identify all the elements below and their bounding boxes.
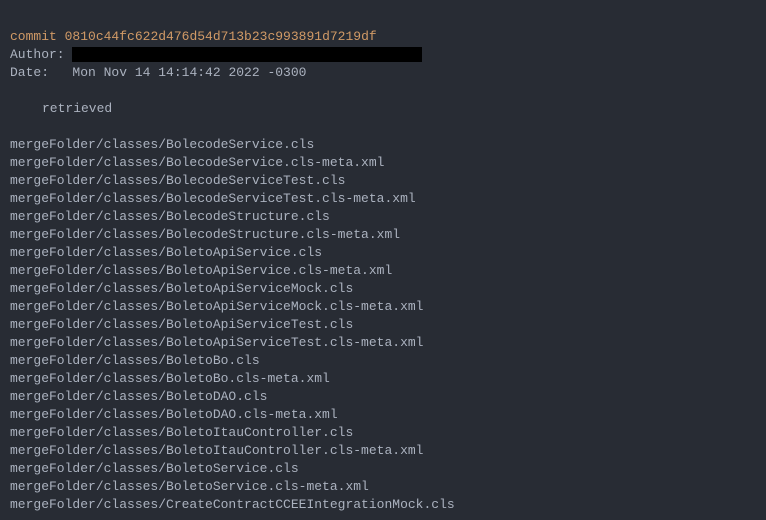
commit-line: commit 0810c44fc622d476d54d713b23c993891… — [10, 29, 377, 44]
git-log-output: commit 0810c44fc622d476d54d713b23c993891… — [10, 28, 756, 514]
date-label: Date: — [10, 65, 49, 80]
file-path: mergeFolder/classes/BoletoItauController… — [10, 425, 353, 440]
commit-message: retrieved — [10, 101, 112, 116]
commit-label: commit — [10, 29, 57, 44]
author-line: Author: — [10, 47, 422, 62]
file-path: mergeFolder/classes/BolecodeServiceTest.… — [10, 191, 416, 206]
file-path: mergeFolder/classes/BoletoDAO.cls — [10, 389, 267, 404]
author-redacted — [72, 47, 422, 62]
file-path: mergeFolder/classes/BoletoBo.cls-meta.xm… — [10, 371, 330, 386]
file-path: mergeFolder/classes/BolecodeStructure.cl… — [10, 227, 400, 242]
date-value: Mon Nov 14 14:14:42 2022 -0300 — [72, 65, 306, 80]
file-path: mergeFolder/classes/BoletoApiService.cls… — [10, 263, 392, 278]
file-path: mergeFolder/classes/BolecodeService.cls-… — [10, 155, 384, 170]
commit-hash: 0810c44fc622d476d54d713b23c993891d7219df — [65, 29, 377, 44]
file-path: mergeFolder/classes/BoletoApiServiceMock… — [10, 299, 423, 314]
file-path: mergeFolder/classes/BoletoApiServiceTest… — [10, 335, 423, 350]
file-path: mergeFolder/classes/BolecodeService.cls — [10, 137, 314, 152]
file-path: mergeFolder/classes/BoletoApiServiceTest… — [10, 317, 353, 332]
file-path: mergeFolder/classes/BolecodeServiceTest.… — [10, 173, 345, 188]
file-path: mergeFolder/classes/BoletoBo.cls — [10, 353, 260, 368]
file-path: mergeFolder/classes/BoletoService.cls — [10, 461, 299, 476]
file-path: mergeFolder/classes/BoletoApiServiceMock… — [10, 281, 353, 296]
author-label: Author: — [10, 47, 65, 62]
file-path: mergeFolder/classes/BoletoService.cls-me… — [10, 479, 369, 494]
file-path: mergeFolder/classes/BoletoDAO.cls-meta.x… — [10, 407, 338, 422]
file-path: mergeFolder/classes/BoletoItauController… — [10, 443, 423, 458]
date-line: Date: Mon Nov 14 14:14:42 2022 -0300 — [10, 65, 306, 80]
file-path: mergeFolder/classes/BolecodeStructure.cl… — [10, 209, 330, 224]
file-path: mergeFolder/classes/CreateContractCCEEIn… — [10, 497, 455, 512]
file-list: mergeFolder/classes/BolecodeService.cls … — [10, 137, 455, 512]
file-path: mergeFolder/classes/BoletoApiService.cls — [10, 245, 322, 260]
